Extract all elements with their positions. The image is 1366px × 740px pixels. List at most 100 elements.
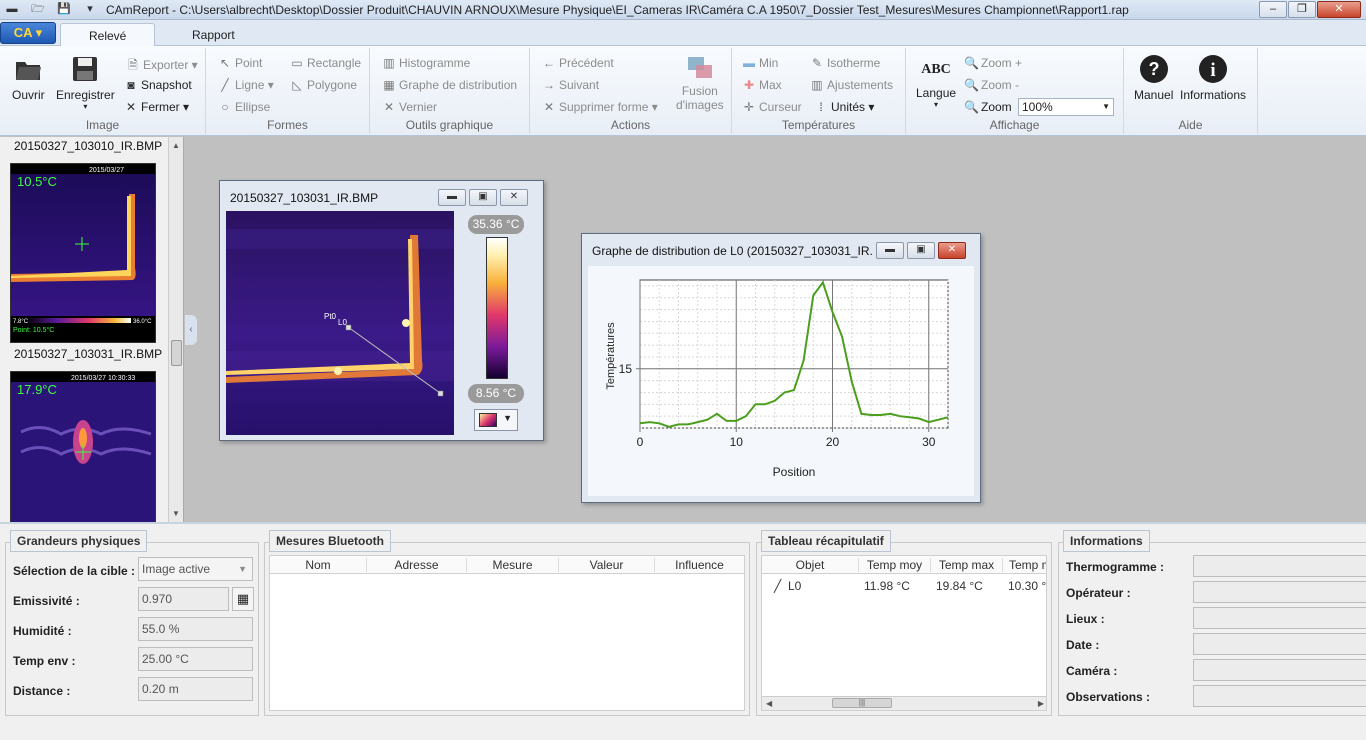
temp-env-input[interactable]: 25.00 °C [138,647,253,671]
langue-button[interactable]: ABC Langue ▾ [916,56,956,109]
observations-input[interactable] [1193,685,1366,707]
fusion-images-button[interactable]: Fusion d'images [676,54,724,112]
palette-select[interactable]: ▼ [474,409,518,431]
min-button[interactable]: ▬ Min [742,56,778,70]
exporter-button[interactable]: 🗎 Exporter ▾ [126,56,198,77]
operateur-input[interactable] [1193,581,1366,603]
image-window-maximize-button[interactable]: ▣ [469,189,497,206]
manuel-button[interactable]: ? Manuel [1134,54,1173,102]
image-window-minimize-button[interactable]: ▬ [438,189,466,206]
humidite-label: Humidité : [13,624,72,638]
camera-icon: ◙ [127,78,135,92]
col-influence[interactable]: Influence [654,558,744,572]
snapshot-button[interactable]: ◙ Snapshot [124,78,191,92]
ajustements-button[interactable]: ▥ Ajustements [810,78,893,92]
humidite-input[interactable]: 55.0 % [138,617,253,641]
ligne-button[interactable]: ╱ Ligne ▾ [218,78,273,92]
scroll-left-icon[interactable]: ◀ [766,699,772,708]
graph-window-close-button[interactable]: ✕ [938,242,966,259]
recap-horizontal-scrollbar[interactable]: ◀ ||| ▶ [762,696,1046,710]
fermer-button[interactable]: ✕ Fermer ▾ [124,100,189,114]
thumbnail-2[interactable]: 2015/03/27 10:30:33 17.9°C [10,371,156,522]
group-temperatures: ▬ Min ✎ Isotherme ✚ Max ▥ Ajustements ✛ Curse… [732,48,906,134]
row-temp-moy: 11.98 °C [864,579,910,593]
quick-access-dropdown-icon[interactable]: ▾ [82,2,98,17]
h-scrollbar-thumb[interactable]: ||| [832,698,892,708]
save-icon[interactable]: 💾 [56,2,72,17]
col-mesure[interactable]: Mesure [466,558,558,572]
thumbnail-1[interactable]: 2015/03/27 10.5°C 7.8°C 36.0°C Point: 10… [10,163,156,343]
scrollbar-thumb[interactable] [171,340,182,366]
maximize-button[interactable]: ❐ [1288,1,1316,18]
tab-releve[interactable]: Relevé [60,23,156,47]
isotherme-button[interactable]: ✎ Isotherme [810,56,880,70]
emissivite-input[interactable]: 0.970 [138,587,229,611]
vernier-label: Vernier [399,100,438,114]
rectangle-button[interactable]: ▭ Rectangle [290,56,361,70]
graph-window-minimize-button[interactable]: ▬ [876,242,904,259]
informations-button[interactable]: i Informations [1180,54,1246,102]
suivant-button[interactable]: → Suivant [542,78,599,92]
fusion-label-1: Fusion [681,84,718,98]
close-button[interactable]: ✕ [1317,1,1361,18]
recap-table-header: Objet Temp moy Temp max Temp m [762,556,1046,574]
col-nom[interactable]: Nom [270,558,366,572]
graphe-distribution-button[interactable]: ▦ Graphe de distribution [382,78,517,92]
zoom-select[interactable]: 100% ▼ [1018,98,1114,116]
precedent-button[interactable]: ← Précédent [542,56,614,70]
folder-open-icon [16,62,42,80]
app-menu-button[interactable]: CA ▾ [0,22,56,44]
thumbnail-scrollbar[interactable]: ▲ ▼ [168,137,183,522]
table-row[interactable]: ╱ L0 11.98 °C 19.84 °C 10.30 °C [762,576,1047,596]
thermal-image[interactable]: Pt0 L0 [226,211,454,435]
col-adresse[interactable]: Adresse [366,558,466,572]
unites-button[interactable]: ⁞ Unités ▾ [814,100,874,114]
thumbnail-label-1[interactable]: 20150327_103010_IR.BMP [14,139,162,153]
polygone-button[interactable]: ◺ Polygone [290,78,357,92]
point-button[interactable]: ↖ Point [218,56,262,70]
curseur-button[interactable]: ✛ Curseur [742,100,802,114]
ellipse-button[interactable]: ○ Ellipse [218,100,270,114]
thumbnail-label-2[interactable]: 20150327_103031_IR.BMP [14,347,162,361]
image-window-close-button[interactable]: ✕ [500,189,528,206]
lieux-input[interactable] [1193,607,1366,629]
app-icon[interactable]: ▬ [4,2,20,17]
zoom-out-button[interactable]: 🔍 Zoom - [964,78,1019,92]
temp-env-label: Temp env : [13,654,76,668]
ribbon-tabs: CA ▾ Relevé Rapport [0,20,1366,47]
tab-rapport[interactable]: Rapport [164,23,263,47]
selection-cible-select[interactable]: Image active ▼ [138,557,253,581]
histogramme-button[interactable]: ▥ Histogramme [382,56,470,70]
supprimer-forme-button[interactable]: ✕ Supprimer forme ▾ [542,100,658,114]
enregistrer-button[interactable]: Enregistrer ▾ [56,54,115,111]
thumb-max-temp: 36.0°C [133,319,152,325]
emissivity-table-button[interactable]: ▦ [232,587,254,611]
units-icon: ⁞ [819,100,823,114]
scroll-up-icon[interactable]: ▲ [172,141,180,150]
scroll-down-icon[interactable]: ▼ [172,509,180,518]
col-valeur[interactable]: Valeur [558,558,654,572]
zoom-out-label: Zoom - [981,78,1020,92]
graph-window-maximize-button[interactable]: ▣ [907,242,935,259]
vernier-button[interactable]: ✕ Vernier [382,100,437,114]
minimize-button[interactable]: – [1259,1,1287,18]
scroll-right-icon[interactable]: ▶ [1038,699,1044,708]
open-icon[interactable]: 🗁 [30,2,46,17]
date-input[interactable] [1193,633,1366,655]
distance-input[interactable]: 0.20 m [138,677,253,701]
zoom-in-label: Zoom + [981,56,1023,70]
col-temp-max[interactable]: Temp max [930,558,1002,572]
max-button[interactable]: ✚ Max [742,78,782,92]
camera-input[interactable] [1193,659,1366,681]
col-temp-min[interactable]: Temp m [1002,558,1046,572]
lieux-label: Lieux : [1066,612,1105,626]
col-objet[interactable]: Objet [762,558,858,572]
zoom-in-button[interactable]: 🔍 Zoom + [964,56,1022,70]
distribution-chart: 0 10 20 30 15 Position Températures [605,279,949,479]
col-temp-moy[interactable]: Temp moy [858,558,930,572]
ouvrir-button[interactable]: Ouvrir [12,54,45,102]
collapse-sidebar-handle[interactable]: ‹ [185,315,197,345]
row-temp-min: 10.30 °C [1008,579,1047,593]
thermogramme-input[interactable] [1193,555,1366,577]
x-tick-label: 30 [922,435,936,449]
